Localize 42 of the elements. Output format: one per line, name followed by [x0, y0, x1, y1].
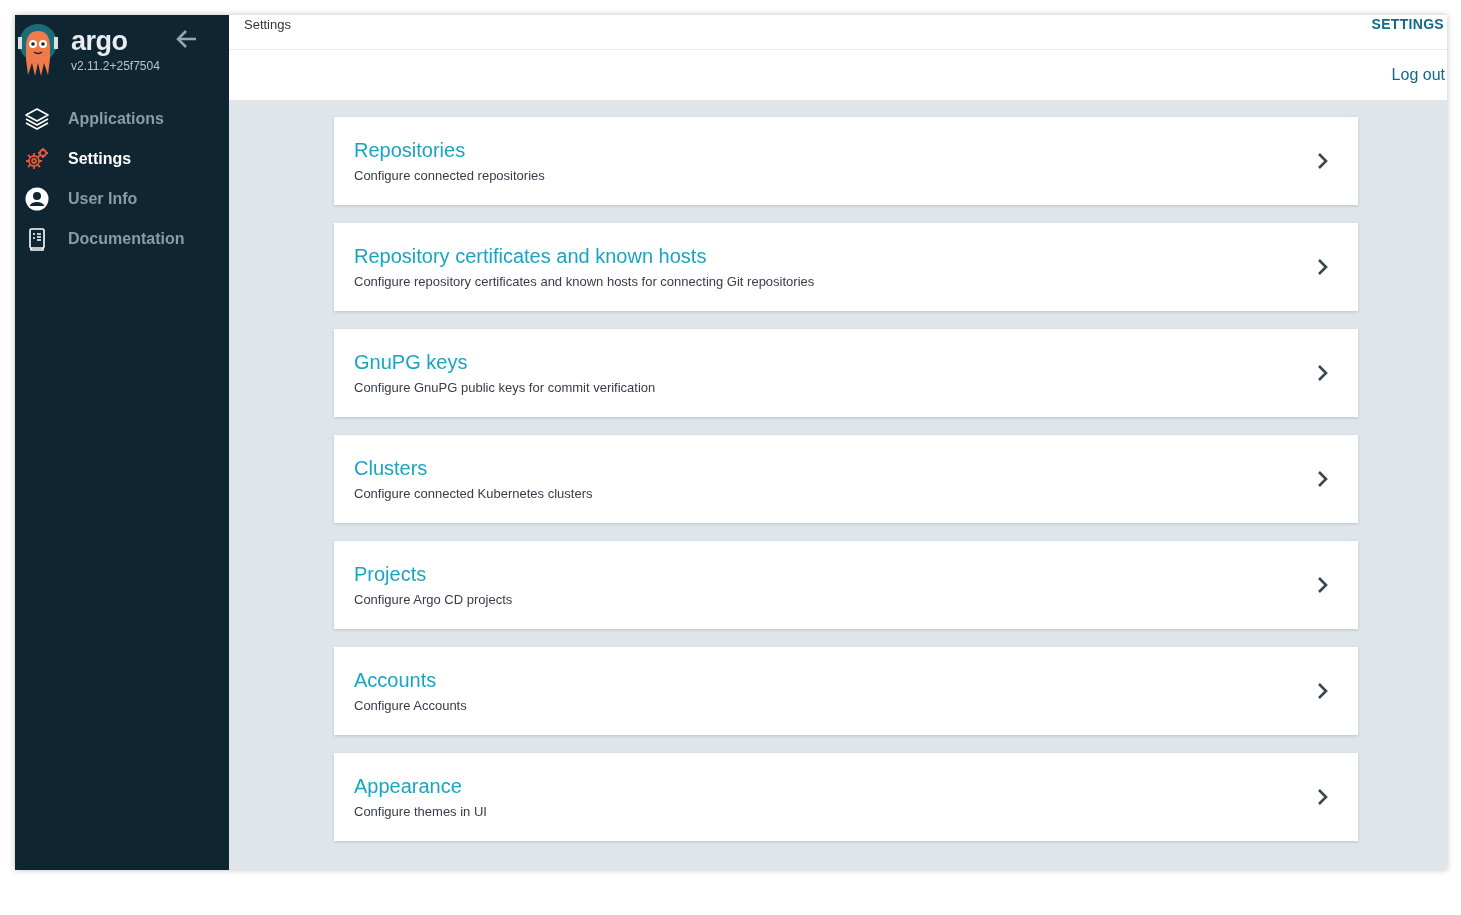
chevron-right-icon	[1316, 258, 1330, 276]
card-title: Repositories	[354, 139, 467, 162]
settings-card[interactable]: Repository certificates and known hosts Configure repository certificates and known hosts for connecting Git repositories	[334, 223, 1358, 311]
card-title: Repository certificates and known hosts	[354, 245, 708, 268]
page-title: SETTINGS	[1371, 16, 1444, 32]
octopus-logo-drawing	[18, 23, 58, 77]
chevron-right-icon	[1316, 682, 1330, 700]
card-description: Configure GnuPG public keys for commit verification	[354, 380, 656, 395]
sidebar-item[interactable]: User Info	[15, 179, 229, 219]
chevron-right-icon	[1316, 152, 1330, 170]
chevron-right-icon	[1316, 364, 1330, 382]
gears-icon	[24, 146, 50, 172]
card-description: Configure connected repositories	[354, 168, 545, 183]
card-description: Configure connected Kubernetes clusters	[354, 486, 593, 501]
chevron-right-icon	[1316, 576, 1330, 594]
settings-card[interactable]: Clusters Configure connected Kubernetes clusters	[334, 435, 1358, 523]
brand-name: argo	[71, 27, 129, 55]
user-icon	[24, 186, 50, 212]
card-description: Configure themes in UI	[354, 804, 487, 819]
card-title: GnuPG keys	[354, 351, 469, 374]
logout-link[interactable]: Log out	[1391, 66, 1445, 84]
card-title: Projects	[354, 563, 428, 586]
version-label: v2.11.2+25f7504	[71, 59, 160, 73]
sidebar-item[interactable]: Applications	[15, 99, 229, 139]
settings-card[interactable]: Appearance Configure themes in UI	[334, 753, 1358, 841]
settings-card[interactable]: Repositories Configure connected repositories	[334, 117, 1358, 205]
settings-card[interactable]: GnuPG keys Configure GnuPG public keys for commit verification	[334, 329, 1358, 417]
sidebar-item[interactable]: Settings	[15, 139, 229, 179]
chevron-right-icon	[1316, 470, 1330, 488]
settings-card[interactable]: Projects Configure Argo CD projects	[334, 541, 1358, 629]
card-description: Configure Argo CD projects	[354, 592, 513, 607]
chevron-right-icon	[1316, 788, 1330, 806]
card-title: Accounts	[354, 669, 438, 692]
layers-icon	[24, 106, 50, 132]
sidebar-item[interactable]: Documentation	[15, 219, 229, 259]
settings-card[interactable]: Accounts Configure Accounts	[334, 647, 1358, 735]
card-description: Configure Accounts	[354, 698, 467, 713]
card-title: Clusters	[354, 457, 429, 480]
breadcrumb: Settings	[244, 17, 291, 32]
card-title: Appearance	[354, 775, 463, 798]
card-description: Configure repository certificates and known hosts for connecting Git repositories	[354, 274, 815, 289]
back-arrow-icon[interactable]	[175, 28, 198, 50]
